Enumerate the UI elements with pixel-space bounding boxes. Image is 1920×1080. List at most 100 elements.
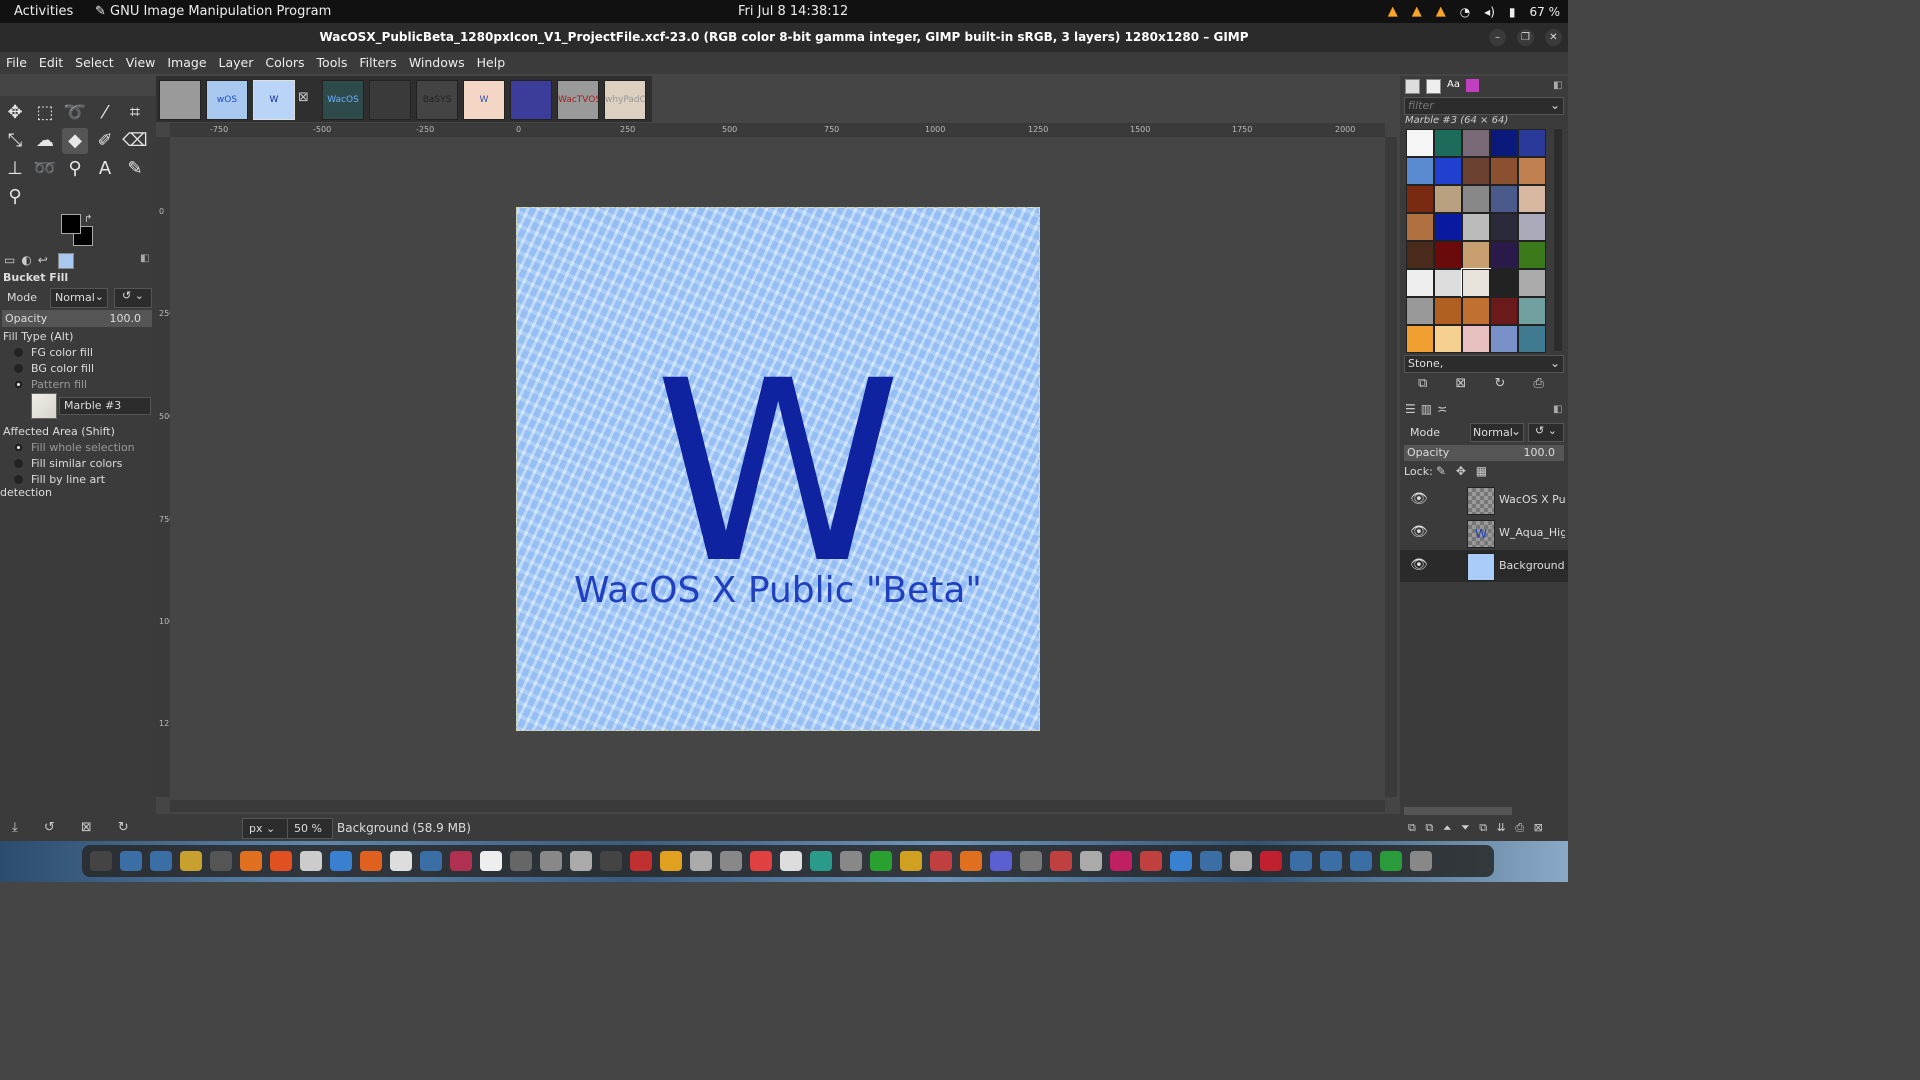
dock-app-icon[interactable] [960,851,982,871]
dock-app-icon[interactable] [780,851,802,871]
configure-tab-icon[interactable]: ◧ [1553,80,1562,91]
pattern-swatch[interactable] [1406,185,1434,213]
pattern-swatch[interactable] [1434,185,1462,213]
fill-type-pattern[interactable]: Pattern fill [0,378,156,391]
menu-view[interactable]: View [120,52,162,74]
pattern-preview[interactable] [31,393,57,419]
pattern-swatch[interactable] [1434,157,1462,185]
close-button[interactable]: ✕ [1545,29,1562,46]
dock-app-icon[interactable] [600,851,622,871]
dock-app-icon[interactable] [120,851,142,871]
layer-opacity-slider[interactable]: Opacity 100.0 [1404,445,1564,461]
pattern-name-field[interactable]: Marble #3 [59,397,151,415]
dock-app-icon[interactable] [1110,851,1132,871]
image-canvas[interactable]: W WacOS X Public "Beta" [516,207,1040,731]
pattern-swatch[interactable] [1462,297,1490,325]
visibility-eye-icon[interactable]: 👁 [1410,491,1428,507]
fill-type-fg[interactable]: FG color fill [0,346,156,359]
layer-row-active[interactable]: 👁 Background [1400,550,1568,582]
configure-tab-icon[interactable]: ◧ [140,253,149,264]
fill-line-art[interactable]: Fill by line art detection [0,473,156,499]
dock-app-icon[interactable] [240,851,262,871]
rect-select-icon[interactable]: ⬚ [32,100,58,126]
visibility-eye-icon[interactable]: 👁 [1410,524,1428,540]
dock-app-icon[interactable] [270,851,292,871]
pattern-swatch[interactable] [1518,129,1546,157]
vertical-scrollbar[interactable] [1385,137,1397,797]
close-tab-icon[interactable]: ⊠ [298,90,309,105]
dock-app-icon[interactable] [360,851,382,871]
pattern-swatch[interactable] [1518,185,1546,213]
layer-row[interactable]: 👁 W W_Aqua_Highl [1400,517,1568,549]
mode-reset-button[interactable]: ↺ ⌄ [114,288,152,308]
visibility-eye-icon[interactable]: 👁 [1410,557,1428,573]
images-tab-icon[interactable] [58,253,74,269]
dock-app-icon[interactable] [90,851,112,871]
image-tab[interactable]: wOS [206,80,248,120]
swap-colors-icon[interactable]: ↱ [84,214,92,225]
warp-icon[interactable]: ☁ [32,128,58,154]
pattern-scrollbar[interactable] [1554,129,1562,351]
pattern-swatch[interactable] [1434,325,1462,353]
pattern-swatch[interactable] [1518,325,1546,353]
pattern-swatch[interactable] [1490,325,1518,353]
pattern-swatch[interactable] [1406,325,1434,353]
dock-app-icon[interactable] [330,851,352,871]
pattern-swatch[interactable] [1434,269,1462,297]
dock-app-icon[interactable] [750,851,772,871]
warning-icon[interactable]: ▲ [1436,4,1446,19]
pattern-swatch[interactable] [1490,297,1518,325]
layers-scrollbar[interactable] [1404,807,1512,815]
menu-layer[interactable]: Layer [213,52,260,74]
configure-tab-icon[interactable]: ◧ [1553,404,1562,415]
menu-edit[interactable]: Edit [33,52,69,74]
dock-app-icon[interactable] [1320,851,1342,871]
pattern-swatch[interactable] [1406,213,1434,241]
image-tab-active[interactable]: W [253,80,295,120]
menu-windows[interactable]: Windows [403,52,471,74]
dock-app-icon[interactable] [1020,851,1042,871]
pattern-swatch[interactable] [1518,297,1546,325]
minimize-button[interactable]: – [1489,29,1506,46]
dock-app-icon[interactable] [840,851,862,871]
image-tab[interactable] [369,80,411,120]
smudge-icon[interactable]: ➿ [32,156,58,182]
clone-icon[interactable]: ⊥ [2,156,28,182]
dock-app-icon[interactable] [570,851,592,871]
image-tab[interactable] [510,80,552,120]
dock-app-icon[interactable] [660,851,682,871]
unit-select[interactable]: px ⌄ [242,818,288,839]
system-tray[interactable]: ▲ ▲ ▲ ◔ ◂) ▮ 67 % [1388,4,1560,19]
pattern-grid[interactable] [1406,129,1548,353]
maximize-button[interactable]: ❐ [1517,29,1534,46]
pattern-swatch[interactable] [1434,129,1462,157]
pattern-swatch[interactable] [1518,157,1546,185]
dock-app-icon[interactable] [900,851,922,871]
menu-help[interactable]: Help [471,52,512,74]
dock-app-icon[interactable] [990,851,1012,871]
pattern-swatch[interactable] [1434,297,1462,325]
fill-type-bg[interactable]: BG color fill [0,362,156,375]
horizontal-scrollbar[interactable] [170,800,1385,812]
pattern-swatch[interactable] [1462,325,1490,353]
dock-app-icon[interactable] [1410,851,1432,871]
fuzzy-select-icon[interactable]: ⁄ [92,100,118,126]
window-title-bar[interactable]: WacOSX_PublicBeta_1280pxIcon_V1_ProjectF… [0,23,1568,52]
dock-app-icon[interactable] [1230,851,1252,871]
menu-select[interactable]: Select [69,52,120,74]
dock-app-icon[interactable] [540,851,562,871]
pattern-swatch[interactable] [1462,185,1490,213]
dock-tabs-top[interactable]: Aa [1405,79,1479,94]
pattern-swatch[interactable] [1406,297,1434,325]
image-tab[interactable]: whyPadOS [604,80,646,120]
dock-app-icon[interactable] [1380,851,1402,871]
paintbrush-icon[interactable]: ✐ [92,128,118,154]
pattern-swatch[interactable] [1462,213,1490,241]
pattern-filter-input[interactable]: filter ⌄ [1404,97,1564,115]
pattern-swatch[interactable] [1434,213,1462,241]
dock-app-icon[interactable] [300,851,322,871]
pattern-swatch[interactable] [1490,269,1518,297]
paths-icon[interactable]: ⚲ [62,156,88,182]
dock-app-icon[interactable] [1350,851,1372,871]
pattern-swatch[interactable] [1490,213,1518,241]
